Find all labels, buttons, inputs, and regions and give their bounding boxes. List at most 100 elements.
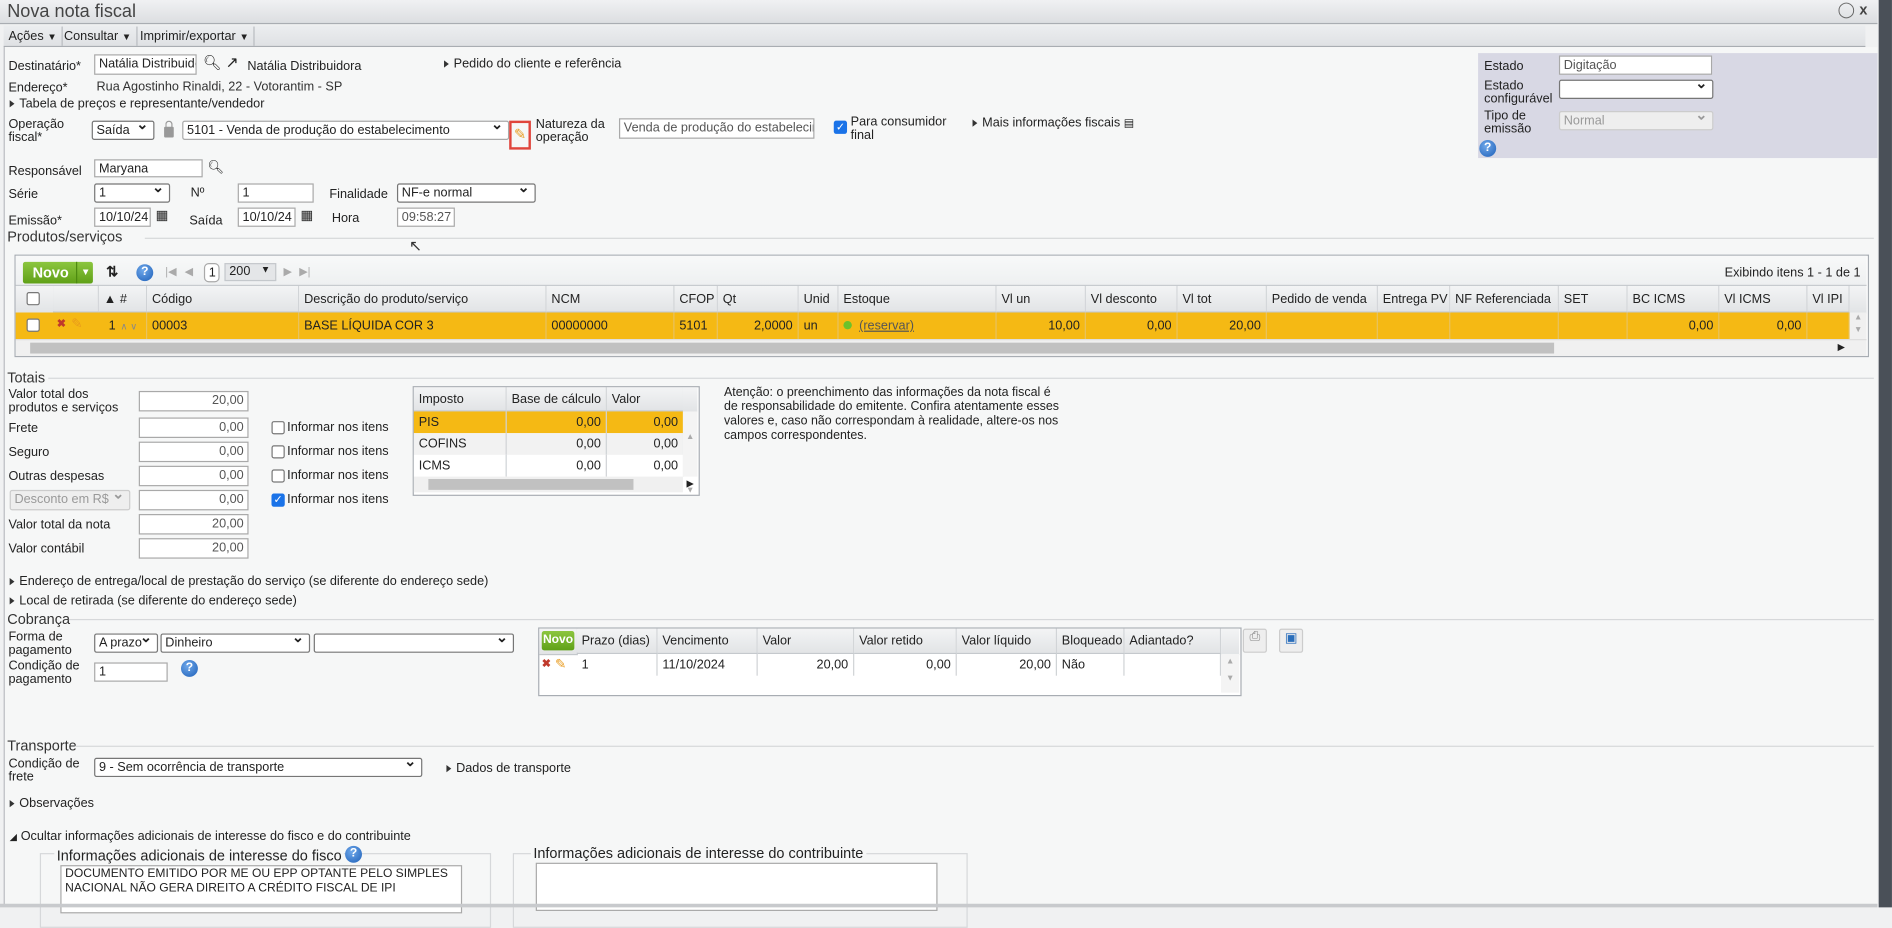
outras-despesas-input[interactable]: 0,00 xyxy=(138,465,249,487)
column-header[interactable]: Unid xyxy=(798,285,839,313)
mais-info-fiscais-toggle[interactable]: Mais informações fiscais ▤ xyxy=(972,116,1134,130)
observacoes-toggle[interactable]: Observações xyxy=(9,796,94,811)
local-retirada-toggle[interactable]: Local de retirada (se diferente do ender… xyxy=(9,594,297,608)
scroll-thumb[interactable] xyxy=(428,479,634,490)
row-checkbox[interactable] xyxy=(26,318,40,332)
condicao-frete-select[interactable]: 9 - Sem ocorrência de transporte xyxy=(94,757,423,778)
edit-icon[interactable]: ✎ xyxy=(71,316,82,331)
page-input[interactable]: 1 xyxy=(203,263,220,283)
column-header[interactable]: ▲ # xyxy=(98,285,148,313)
page-scrollbar[interactable] xyxy=(1878,0,1892,908)
row-scroll-cell[interactable]: ▲ ▼ xyxy=(1849,312,1867,340)
tax-column-header[interactable]: Base de cálculo xyxy=(506,387,607,412)
estado-input[interactable]: Digitação xyxy=(1558,55,1713,75)
pay-column-header[interactable]: Vencimento xyxy=(657,628,758,654)
natureza-input[interactable]: Venda de produção do estabelecimento xyxy=(618,118,815,139)
valor-contabil-input[interactable]: 20,00 xyxy=(138,538,249,559)
operacao-fiscal-select[interactable]: 5101 - Venda de produção do estabelecime… xyxy=(182,120,510,140)
prev-page-icon[interactable]: ◀ xyxy=(185,265,193,278)
desconto-input[interactable]: 0,00 xyxy=(138,489,249,511)
numero-input[interactable]: 1 xyxy=(237,183,314,203)
select-all-checkbox[interactable] xyxy=(26,291,40,306)
refresh-icon[interactable]: ⇅ xyxy=(106,263,118,280)
informar-nos-itens-checkbox[interactable] xyxy=(271,445,285,459)
delete-icon[interactable]: ✖ xyxy=(57,317,66,330)
move-up-down-icon[interactable]: ∧ ∨ xyxy=(120,321,137,332)
next-page-icon[interactable]: ▶ xyxy=(284,265,292,278)
column-header[interactable]: Vl ICMS xyxy=(1719,285,1808,313)
chat-icon[interactable]: ◯ xyxy=(1838,0,1856,19)
last-page-icon[interactable]: ▶| xyxy=(299,265,310,278)
column-header[interactable]: Qt xyxy=(717,285,799,313)
column-header[interactable]: Código xyxy=(147,285,300,313)
page-size-select[interactable]: 200 ▼ xyxy=(224,263,277,282)
column-header[interactable]: Descrição do produto/serviço xyxy=(299,285,547,313)
emissao-input[interactable]: 10/10/24 xyxy=(94,207,151,227)
external-link-icon[interactable]: ↗ xyxy=(226,53,239,72)
help-icon[interactable]: ? xyxy=(1479,139,1497,157)
column-header[interactable]: NF Referenciada xyxy=(1450,285,1559,313)
products-hscrollbar[interactable]: ▶ xyxy=(15,339,1867,356)
condicao-pagamento-input[interactable]: 1 xyxy=(94,662,168,682)
endereco-entrega-toggle[interactable]: Endereço de entrega/local de prestação d… xyxy=(9,574,489,589)
column-header[interactable]: Vl un xyxy=(996,285,1086,313)
column-header[interactable]: Vl desconto xyxy=(1085,285,1178,313)
pay-column-header[interactable]: Valor líquido xyxy=(956,628,1057,654)
forma-meio-select[interactable]: Dinheiro xyxy=(160,633,311,653)
pedido-cliente-toggle[interactable]: Pedido do cliente e referência xyxy=(444,57,621,71)
lock-button[interactable]: ▣ xyxy=(1278,628,1304,653)
edit-icon[interactable]: ✎ xyxy=(555,656,566,672)
novo-produto-button[interactable]: Novo ▼ xyxy=(22,261,94,284)
pay-column-header[interactable]: Adiantado? xyxy=(1124,628,1222,654)
tax-column-header[interactable]: Valor xyxy=(606,387,685,412)
reservar-link[interactable]: (reservar) xyxy=(859,319,914,333)
hora-input[interactable]: 09:58:27 xyxy=(396,207,455,227)
dados-transporte-toggle[interactable]: Dados de transporte xyxy=(446,761,571,776)
pay-column-header[interactable]: Valor xyxy=(757,628,855,654)
responsavel-input[interactable]: Maryana xyxy=(94,159,203,178)
column-header[interactable]: BC ICMS xyxy=(1627,285,1720,313)
destinatario-input[interactable]: Natália Distribuidora xyxy=(94,54,197,75)
dropdown-icon[interactable]: ▼ xyxy=(76,261,94,284)
saida-input[interactable]: 10/10/24 xyxy=(237,207,296,227)
delete-icon[interactable]: ✖ xyxy=(542,658,551,671)
forma-extra-select[interactable] xyxy=(313,633,515,653)
tax-column-header[interactable]: Imposto xyxy=(413,387,507,412)
consultar-menu[interactable]: Consultar ▼ xyxy=(59,26,138,46)
search-icon[interactable]: 🔍︎ xyxy=(203,54,221,71)
serie-select[interactable]: 1 xyxy=(94,183,171,203)
first-page-icon[interactable]: |◀ xyxy=(165,265,176,278)
column-header[interactable]: Vl tot xyxy=(1177,285,1267,313)
column-header[interactable]: Vl IPI xyxy=(1807,285,1850,313)
column-header[interactable]: Estoque xyxy=(838,285,997,313)
operacao-tipo-select[interactable]: Saída xyxy=(91,120,155,140)
valor-nota-input[interactable]: 20,00 xyxy=(138,514,249,535)
pay-column-header[interactable]: Valor retido xyxy=(854,628,957,654)
estado-configuravel-select[interactable] xyxy=(1558,79,1714,99)
imprimir-menu[interactable]: Imprimir/exportar ▼ xyxy=(135,26,255,46)
pay-column-header[interactable]: Prazo (dias) xyxy=(576,628,658,654)
finalidade-select[interactable]: NF-e normal xyxy=(396,183,536,203)
column-header[interactable]: CFOP xyxy=(674,285,718,313)
scroll-thumb[interactable] xyxy=(30,342,1555,354)
help-icon[interactable]: ? xyxy=(345,845,362,863)
acoes-menu[interactable]: Ações ▼ xyxy=(4,26,63,46)
informar-nos-itens-checkbox[interactable] xyxy=(271,469,285,483)
valor-produtos-input[interactable]: 20,00 xyxy=(138,390,249,412)
column-header[interactable]: NCM xyxy=(546,285,675,313)
print-button[interactable]: ⎙ xyxy=(1242,628,1267,653)
calendar-icon[interactable]: ▦ xyxy=(300,208,313,223)
column-header[interactable]: SET xyxy=(1558,285,1628,313)
close-icon[interactable]: x xyxy=(1859,1,1867,18)
search-icon[interactable]: 🔍︎ xyxy=(208,159,225,174)
informar-nos-itens-checkbox[interactable] xyxy=(271,421,285,435)
help-icon[interactable]: ? xyxy=(136,264,154,282)
frete-input[interactable]: 0,00 xyxy=(138,417,249,438)
forma-tipo-select[interactable]: A prazo xyxy=(94,633,159,653)
informar-nos-itens-checkbox[interactable]: ✓ xyxy=(271,493,285,507)
pay-column-header[interactable]: Bloqueado xyxy=(1056,628,1125,654)
seguro-input[interactable]: 0,00 xyxy=(138,441,249,463)
column-header[interactable]: Pedido de venda xyxy=(1266,285,1378,313)
consumidor-final-checkbox[interactable]: ✓ xyxy=(833,120,848,134)
scroll-right-icon[interactable]: ▶ xyxy=(1838,341,1845,352)
